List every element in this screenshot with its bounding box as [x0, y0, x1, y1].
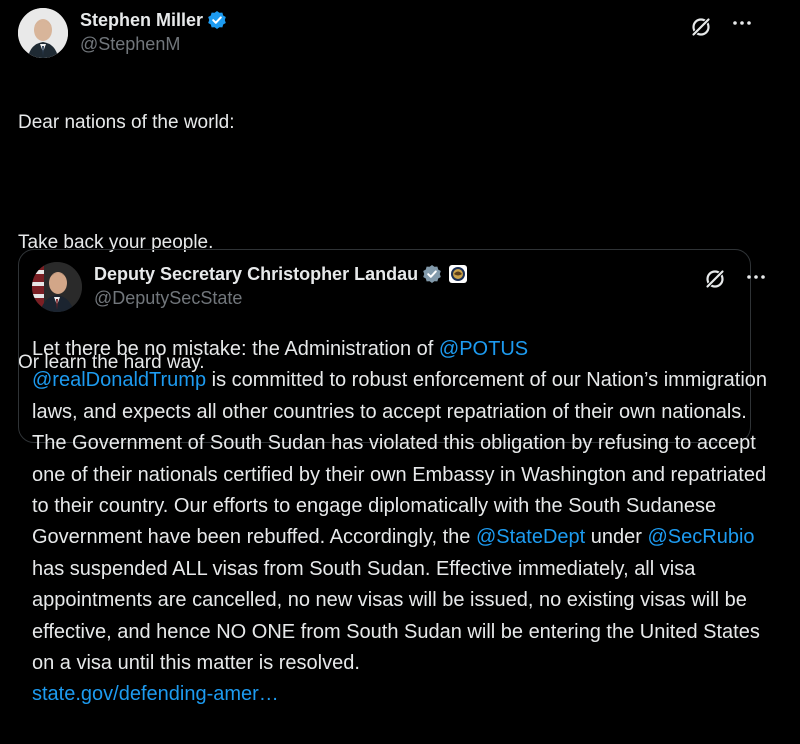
author-handle[interactable]: @StephenM: [80, 34, 227, 55]
grok-icon[interactable]: [704, 268, 726, 290]
verified-badge-icon[interactable]: [422, 264, 442, 284]
post-text-line: Dear nations of the world:: [18, 112, 235, 133]
mention-link[interactable]: @POTUS: [439, 338, 528, 360]
post-text-spacer: [18, 168, 235, 198]
quoted-text-segment: under: [585, 526, 648, 549]
quoted-author-display-name[interactable]: Deputy Secretary Christopher Landau: [94, 264, 418, 285]
author-display-name[interactable]: Stephen Miller: [80, 10, 203, 31]
external-link[interactable]: state.gov/defending-amer…: [32, 683, 279, 705]
author-block: Stephen Miller @StephenM: [80, 8, 227, 55]
verified-badge-icon[interactable]: [207, 10, 227, 30]
quoted-author-block: Deputy Secretary Christopher Landau @Dep…: [94, 262, 468, 309]
mention-link[interactable]: @StateDept: [476, 526, 585, 548]
quoted-post-text: Let there be no mistake: the Administrat…: [32, 334, 782, 711]
post-header: Stephen Miller @StephenM: [18, 8, 788, 64]
more-icon[interactable]: [746, 274, 766, 280]
mention-link[interactable]: @SecRubio: [648, 526, 755, 548]
mention-link[interactable]: @realDonaldTrump: [32, 369, 206, 391]
grok-icon[interactable]: [690, 16, 712, 38]
quoted-text-segment: Let there be no mistake: the Administrat…: [32, 338, 439, 360]
state-department-seal-icon[interactable]: [448, 264, 468, 284]
more-icon[interactable]: [732, 20, 752, 26]
quoted-avatar[interactable]: [32, 262, 82, 312]
quoted-text-segment: has suspended ALL visas from South Sudan…: [32, 557, 760, 675]
quoted-text-segment: is committed to robust enforcement of ou…: [32, 369, 768, 549]
avatar[interactable]: [18, 8, 68, 58]
quoted-author-handle[interactable]: @DeputySecState: [94, 288, 468, 309]
